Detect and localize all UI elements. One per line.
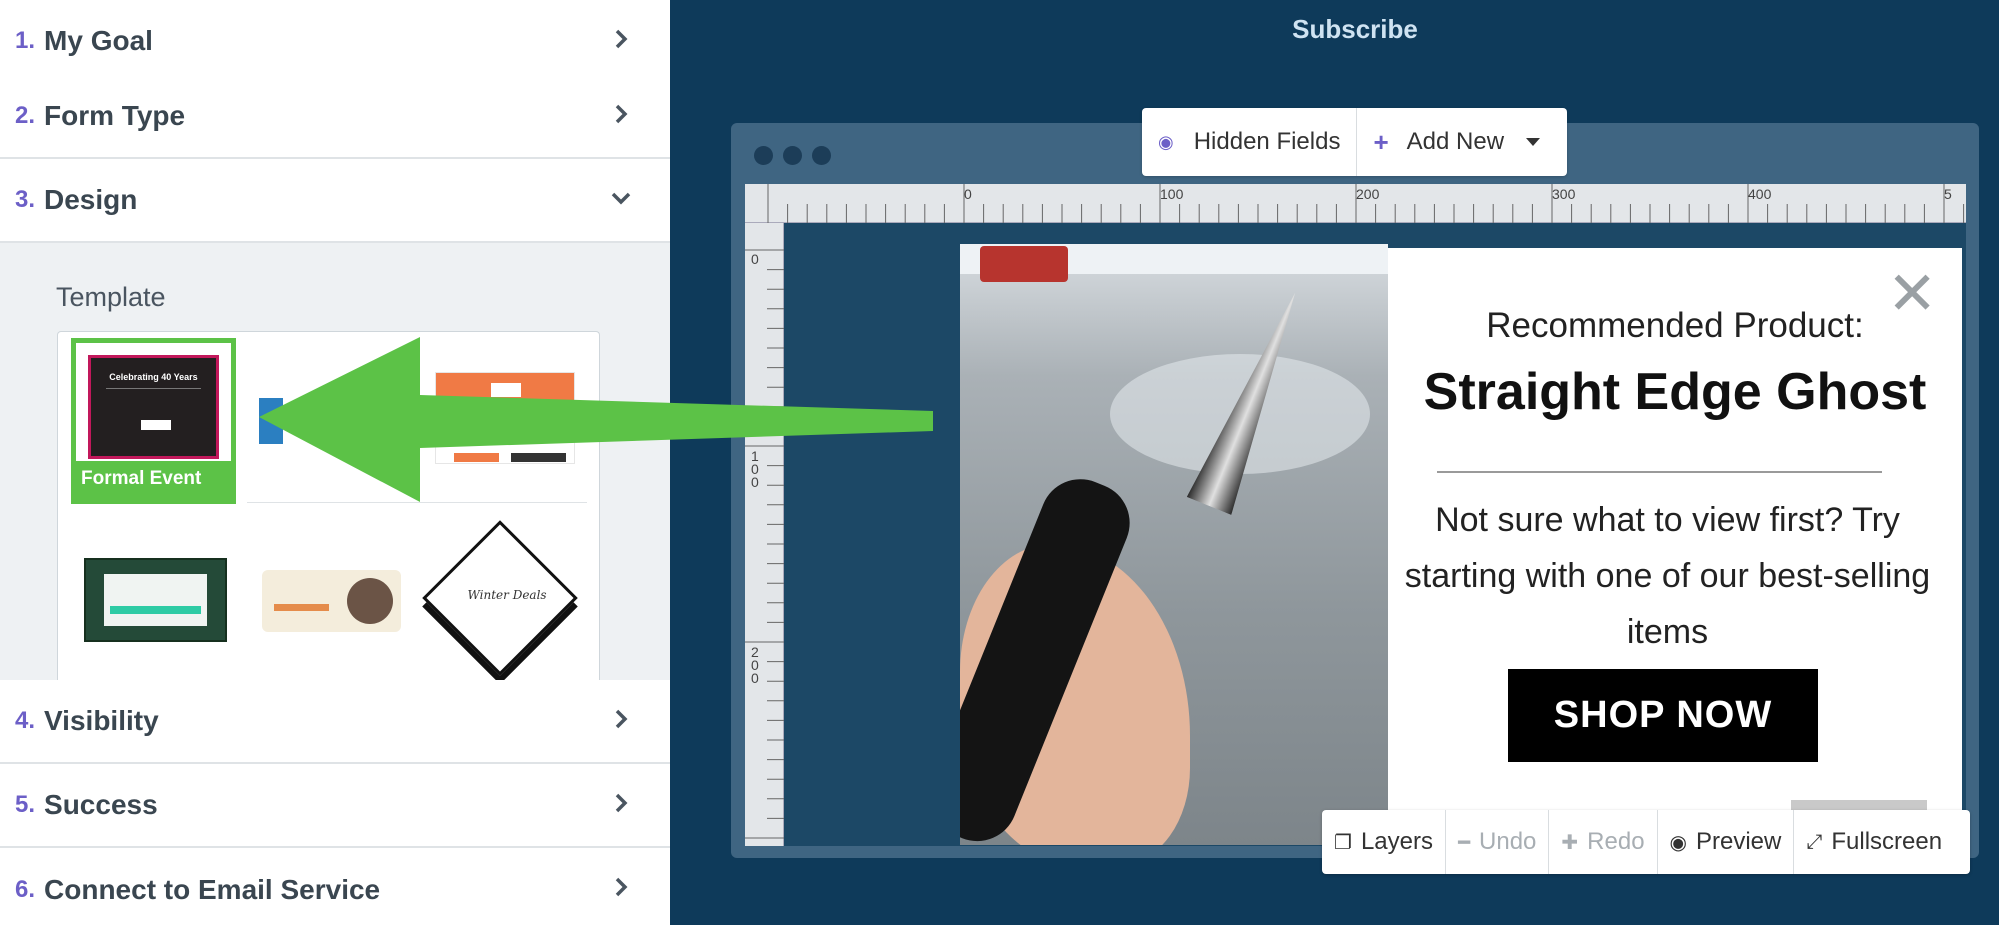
template-preview-button: [511, 453, 566, 462]
ruler-label: 100: [1160, 186, 1184, 202]
step-number: 1.: [15, 27, 36, 54]
ruler-label: 5: [1944, 186, 1952, 202]
template-preview-heading: Winter Deals: [467, 588, 547, 603]
step-success[interactable]: 5. Success: [0, 764, 670, 848]
template-preview-button: [141, 420, 171, 430]
chevron-right-icon: [615, 709, 628, 729]
expand-icon: ⤢: [1806, 830, 1823, 853]
chevron-right-icon: [615, 793, 628, 813]
window-dot-icon: [783, 146, 802, 165]
template-thumb-bear[interactable]: [262, 570, 401, 632]
template-preview-text: [106, 388, 201, 404]
step-label: My Goal: [44, 25, 153, 56]
ruler-horizontal: 0 100 200 300 400 5: [745, 184, 1966, 223]
fullscreen-button[interactable]: ⤢ Fullscreen: [1793, 810, 1954, 874]
canvas-toolbar-bottom: ❐ Layers ━ Undo ✚ Redo ◉ Preview ⤢ Fulls…: [1322, 810, 1970, 874]
step-number: 2.: [15, 102, 36, 129]
step-design[interactable]: 3. Design: [0, 159, 670, 243]
ruler-label: 0: [751, 251, 759, 267]
popup-body-text[interactable]: Not sure what to view first? Try startin…: [1395, 492, 1940, 660]
ruler-label: 200: [751, 644, 759, 686]
redo-button[interactable]: ✚ Redo: [1548, 810, 1656, 874]
window-dot-icon: [754, 146, 773, 165]
hidden-fields-button[interactable]: ◉ Hidden Fields: [1142, 108, 1356, 176]
eye-icon: ◉: [1158, 131, 1174, 152]
step-number: 4.: [15, 707, 36, 734]
form-title: Subscribe: [1292, 14, 1418, 44]
canvas-toolbar-top: ◉ Hidden Fields + Add New: [1142, 108, 1567, 176]
ruler-label: 400: [1748, 186, 1772, 202]
layers-label: Layers: [1360, 828, 1433, 855]
product-image[interactable]: [960, 244, 1388, 845]
step-my-goal[interactable]: 1. My Goal: [0, 0, 670, 84]
fullscreen-label: Fullscreen: [1831, 828, 1943, 855]
ruler-vertical: 0 100 200: [745, 223, 784, 846]
layers-icon: ❐: [1334, 831, 1352, 854]
step-connect-email[interactable]: 6. Connect to Email Service: [0, 848, 670, 925]
step-label: Success: [44, 789, 158, 820]
template-thumb-formal-event[interactable]: Celebrating 40 Years Formal Event: [71, 338, 236, 504]
shop-now-button[interactable]: SHOP NOW: [1508, 669, 1818, 762]
template-preview-heading: Celebrating 40 Years: [109, 372, 198, 382]
eye-icon: ◉: [1669, 831, 1687, 854]
template-preview: Celebrating 40 Years: [88, 355, 219, 459]
template-preview-button: [274, 604, 329, 611]
plus-icon: +: [1373, 126, 1389, 157]
chevron-down-icon: [611, 192, 631, 205]
undo-label: Undo: [1479, 828, 1537, 855]
ruler-label: 300: [1552, 186, 1576, 202]
preview-button[interactable]: ◉ Preview: [1656, 810, 1794, 874]
preview-label: Preview: [1696, 828, 1782, 855]
bear-image: [347, 578, 393, 624]
step-number: 5.: [15, 791, 36, 818]
popup-title[interactable]: Straight Edge Ghost: [1388, 362, 1962, 422]
template-preview-card: [104, 574, 207, 626]
template-thumb-blue[interactable]: [259, 398, 283, 444]
step-number: 6.: [15, 876, 36, 903]
popup-divider[interactable]: [1437, 471, 1882, 473]
template-preview-box: [491, 383, 521, 397]
undo-button[interactable]: ━ Undo: [1444, 810, 1548, 874]
template-thumb-orange[interactable]: [435, 372, 575, 464]
image-truck: [980, 246, 1068, 282]
step-number: 3.: [15, 186, 36, 213]
add-new-label: Add New: [1406, 128, 1505, 155]
template-section-title: Template: [56, 282, 166, 312]
ruler-label: 0: [964, 186, 972, 202]
template-row-divider: [247, 502, 587, 503]
add-new-button[interactable]: + Add New: [1356, 108, 1556, 176]
hidden-fields-label: Hidden Fields: [1193, 128, 1341, 155]
step-label: Design: [44, 184, 138, 215]
chevron-right-icon: [615, 877, 628, 897]
ruler-ticks: [745, 249, 784, 839]
plus-icon: ✚: [1561, 831, 1579, 854]
redo-label: Redo: [1587, 828, 1645, 855]
sidebar: 1. My Goal 2. Form Type 3. Design Templa…: [0, 0, 670, 925]
template-thumb-jungle[interactable]: [84, 558, 227, 642]
ruler-label: 100: [751, 448, 759, 490]
step-label: Visibility: [44, 705, 159, 736]
window-dot-icon: [812, 146, 831, 165]
step-form-type[interactable]: 2. Form Type: [0, 75, 670, 159]
template-preview-button: [454, 453, 499, 462]
popup-subtitle[interactable]: Recommended Product:: [1388, 306, 1962, 346]
chevron-right-icon: [615, 29, 628, 49]
template-name-label: Formal Event: [76, 461, 231, 499]
step-label: Connect to Email Service: [44, 874, 381, 905]
step-label: Form Type: [44, 100, 186, 131]
ruler-label: 200: [1356, 186, 1380, 202]
template-preview-button: [110, 606, 201, 614]
minus-icon: ━: [1457, 831, 1471, 854]
step-visibility[interactable]: 4. Visibility: [0, 680, 670, 764]
caret-down-icon: [1526, 138, 1541, 146]
chevron-right-icon: [615, 104, 628, 124]
layers-button[interactable]: ❐ Layers: [1322, 810, 1445, 874]
